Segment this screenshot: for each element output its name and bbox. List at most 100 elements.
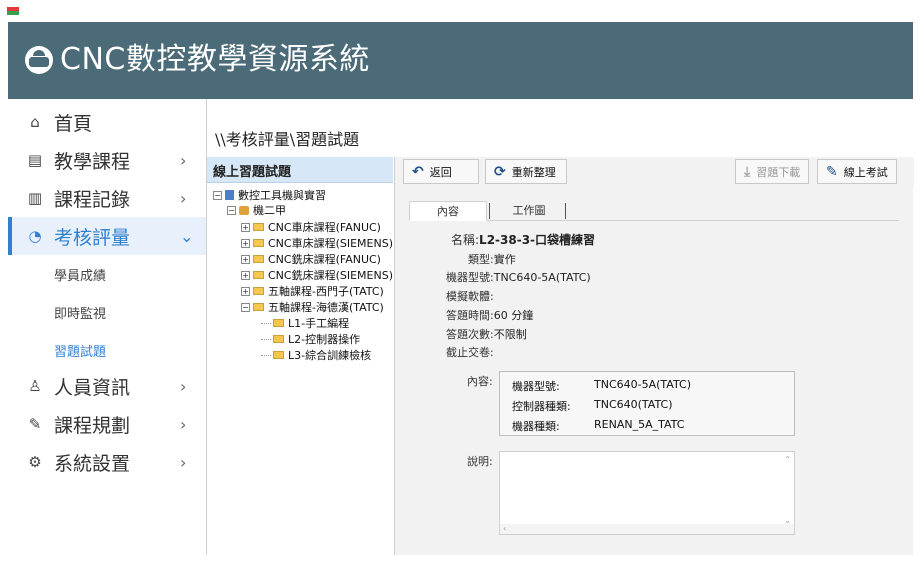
monitor-icon: ▤ — [27, 151, 43, 169]
tree-node-lesson[interactable]: L1-手工編程 — [261, 315, 349, 331]
expand-icon[interactable]: + — [241, 222, 250, 232]
sidebar: ⌂ 首頁 ▤ 教學課程 › ▥ 課程記錄 › ◔ 考核評量 ⌄ 學員成績 即時監… — [8, 99, 206, 555]
tree-node-course[interactable]: − 五軸課程-海德漢(TATC) — [241, 299, 384, 315]
tab-separator — [489, 203, 490, 219]
tree-node-lesson[interactable]: L2-控制器操作 — [261, 331, 360, 347]
sidebar-item-courses[interactable]: ▤ 教學課程 › — [8, 141, 206, 179]
expand-icon[interactable]: + — [241, 238, 250, 248]
back-button-label: 返回 — [429, 165, 452, 179]
content-row-value: TNC640(TATC) — [594, 398, 673, 411]
sidebar-item-records[interactable]: ▥ 課程記錄 › — [8, 179, 206, 217]
tree-node-group[interactable]: − 機二甲 — [227, 202, 286, 218]
folder-icon — [253, 239, 264, 247]
horizontal-scrollbar[interactable] — [500, 524, 794, 534]
collapse-icon[interactable]: − — [213, 190, 222, 200]
pencil-icon: ✎ — [28, 415, 42, 433]
tree-node-label: CNC銑床課程(SIEMENS) — [268, 269, 394, 282]
sidebar-item-planning[interactable]: ✎ 課程規劃 › — [8, 405, 206, 443]
home-icon: ⌂ — [30, 113, 40, 131]
collapse-icon[interactable]: − — [227, 205, 236, 215]
back-arrow-icon: ↶ — [412, 163, 424, 180]
content-row-value: TNC640-5A(TATC) — [594, 378, 691, 391]
tree-node-label: CNC車床課程(SIEMENS) — [268, 237, 394, 250]
online-exam-button[interactable]: ✎ 線上考試 — [817, 159, 897, 184]
sidebar-subitem-student-scores[interactable]: 學員成績 — [8, 255, 206, 293]
name-value: L2-38-3-口袋槽練習 — [479, 233, 596, 247]
tree-node-lesson[interactable]: L3-綜合訓練檢核 — [261, 347, 371, 363]
tab-separator — [565, 203, 566, 219]
content-row-key: 機器型號: — [512, 380, 560, 393]
sidebar-item-label: 首頁 — [54, 112, 93, 135]
tree-node-root[interactable]: − 數控工具機與實習 — [213, 187, 326, 203]
folder-icon — [253, 223, 264, 231]
exercise-detail-panel: ↶ 返回 ⟳ 重新整理 ⤓ 習題下載 ✎ 線上考試 內容 工作圖 名稱:L2-38-3-… — [394, 157, 914, 555]
tree-node-label: 機二甲 — [253, 204, 286, 217]
scroll-left-icon[interactable]: ‹ — [503, 524, 506, 533]
attempts-value: 不限制 — [493, 328, 527, 341]
machine-model: 機器型號:TNC640-5A(TATC) — [446, 269, 591, 285]
exercise-tree-panel: 線上習題試題 − 數控工具機與實習 − 機二甲 + CNC車床課程(FANUC)… — [207, 157, 393, 555]
tab-content[interactable]: 內容 — [409, 201, 487, 221]
folder-icon — [253, 287, 264, 295]
tree-node-course[interactable]: + CNC車床課程(FANUC) — [241, 219, 381, 235]
tree-node-course[interactable]: + CNC銑床課程(FANUC) — [241, 251, 381, 267]
tree-node-course[interactable]: + CNC車床課程(SIEMENS) — [241, 235, 393, 251]
tree-connector — [261, 338, 271, 340]
tree-node-label: L3-綜合訓練檢核 — [288, 349, 372, 362]
collapse-icon[interactable]: − — [241, 302, 250, 312]
simulation-software: 模擬軟體: — [446, 288, 494, 304]
chevron-right-icon: › — [180, 452, 187, 472]
chevron-right-icon: › — [180, 188, 187, 208]
tree-node-course[interactable]: + CNC銑床課程(SIEMENS) — [241, 267, 393, 283]
type-label: 類型: — [468, 253, 494, 266]
model-label: 機器型號: — [446, 271, 494, 284]
download-button[interactable]: ⤓ 習題下載 — [735, 159, 809, 184]
software-label: 模擬軟體: — [446, 290, 494, 303]
tree-node-label: 五軸課程-海德漢(TATC) — [268, 301, 384, 314]
online-exam-button-label: 線上考試 — [843, 165, 888, 179]
pie-chart-icon: ◔ — [28, 227, 42, 245]
download-button-label: 習題下載 — [756, 165, 801, 179]
time-value: 60 分鐘 — [493, 309, 534, 322]
sidebar-subitem-exercises[interactable]: 習題試題 — [8, 331, 206, 369]
sidebar-item-assessment[interactable]: ◔ 考核評量 ⌄ — [8, 217, 206, 255]
expand-icon[interactable]: + — [241, 254, 250, 264]
refresh-button[interactable]: ⟳ 重新整理 — [485, 159, 567, 184]
folder-icon — [253, 271, 264, 279]
sidebar-subitem-label: 習題試題 — [54, 345, 107, 360]
sidebar-subitem-live-monitor[interactable]: 即時監視 — [8, 293, 206, 331]
sidebar-item-home[interactable]: ⌂ 首頁 — [8, 103, 206, 141]
tree-node-label: CNC銑床課程(FANUC) — [268, 253, 381, 266]
scroll-up-icon[interactable]: ⌃ — [784, 455, 791, 464]
app-logo-icon — [7, 7, 19, 15]
refresh-icon: ⟳ — [494, 163, 506, 180]
book-icon — [225, 190, 234, 200]
tree-node-label: L1-手工編程 — [288, 317, 350, 330]
exercise-type: 類型:實作 — [468, 251, 516, 267]
back-button[interactable]: ↶ 返回 — [403, 159, 479, 184]
type-value: 實作 — [493, 253, 516, 266]
folder-open-icon — [253, 303, 264, 311]
chevron-right-icon: › — [180, 376, 187, 396]
sidebar-subitem-label: 學員成績 — [54, 269, 107, 284]
description-label: 說明: — [467, 455, 493, 468]
sidebar-item-label: 系統設置 — [54, 452, 131, 475]
gear-icon: ⚙ — [28, 453, 42, 471]
sidebar-item-label: 教學課程 — [54, 150, 131, 173]
window-titlebar — [0, 0, 924, 22]
group-icon — [239, 205, 249, 215]
tree-node-course[interactable]: + 五軸課程-西門子(TATC) — [241, 283, 384, 299]
expand-icon[interactable]: + — [241, 270, 250, 280]
sidebar-item-personnel[interactable]: ♙ 人員資訊 › — [8, 367, 206, 405]
tab-workspace[interactable]: 工作圖 — [493, 201, 565, 221]
refresh-button-label: 重新整理 — [511, 165, 556, 179]
content-label: 內容: — [467, 375, 493, 388]
content-row-key: 機器種類: — [512, 420, 560, 433]
exercise-name: 名稱:L2-38-3-口袋槽練習 — [451, 231, 595, 248]
description-textarea[interactable]: ⌃ ⌄ ‹ — [499, 451, 795, 535]
content-box: 機器型號: TNC640-5A(TATC) 控制器種類: TNC640(TATC… — [499, 371, 795, 436]
sidebar-item-settings[interactable]: ⚙ 系統設置 › — [8, 443, 206, 481]
tree-node-label: L2-控制器操作 — [288, 333, 361, 346]
expand-icon[interactable]: + — [241, 286, 250, 296]
breadcrumb: \\考核評量\習題試題 — [215, 130, 360, 149]
